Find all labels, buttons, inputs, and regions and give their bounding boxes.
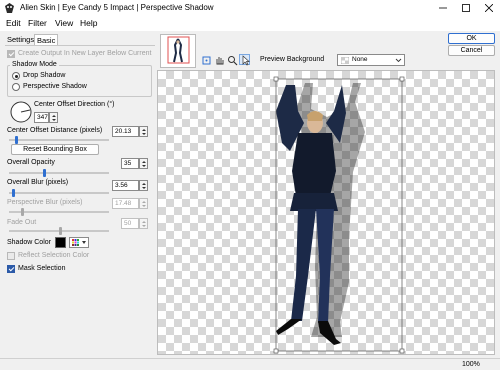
mask-selection-label: Mask Selection	[18, 265, 66, 272]
ok-button[interactable]: OK	[448, 33, 495, 44]
radio-perspective-shadow[interactable]	[12, 83, 20, 91]
direction-dial[interactable]	[10, 101, 32, 123]
fade-out-value-field[interactable]: 50	[121, 218, 139, 229]
preview-background-select[interactable]: None	[337, 54, 405, 66]
overall-blur-slider-thumb[interactable]	[12, 189, 15, 197]
window-title: Alien Skin | Eye Candy 5 Impact | Perspe…	[20, 3, 214, 12]
mask-selection-checkbox[interactable]	[7, 265, 15, 273]
preview-background-value: None	[352, 56, 368, 63]
bounding-box-handle[interactable]	[273, 348, 279, 354]
minimize-button[interactable]	[432, 0, 454, 16]
bounding-box-handle[interactable]	[399, 76, 405, 82]
radio-drop-shadow[interactable]	[12, 72, 20, 80]
perspective-blur-slider-track[interactable]	[9, 211, 109, 213]
opacity-slider-track[interactable]	[9, 172, 109, 174]
distance-value-field[interactable]: 20.13	[112, 126, 139, 137]
perspective-blur-label: Perspective Blur (pixels)	[7, 199, 83, 206]
maximize-icon	[462, 4, 470, 12]
zoom-tool[interactable]	[226, 54, 238, 66]
hand-tool[interactable]	[213, 54, 224, 65]
preview-canvas[interactable]	[157, 70, 495, 355]
preview-toolbar: Preview Background None	[157, 54, 457, 69]
perspective-blur-value-field[interactable]: 17.48	[112, 198, 139, 209]
color-picker-button[interactable]	[69, 237, 89, 248]
distance-stepper[interactable]	[139, 126, 148, 137]
transform-icon	[202, 56, 211, 65]
reflect-selection-color-label: Reflect Selection Color	[18, 252, 90, 259]
bounding-box-tool[interactable]	[200, 54, 211, 65]
distance-slider-track[interactable]	[9, 139, 109, 141]
zoom-level: 100%	[462, 361, 480, 368]
opacity-slider-thumb[interactable]	[43, 169, 46, 177]
select-tool[interactable]	[239, 54, 250, 66]
overall-blur-stepper[interactable]	[139, 180, 148, 191]
bounding-box-handle[interactable]	[273, 76, 279, 82]
magnifier-icon	[228, 56, 238, 66]
minimize-icon	[439, 7, 447, 9]
perspective-blur-slider-thumb[interactable]	[21, 208, 24, 216]
no-background-swatch-icon	[341, 57, 349, 64]
color-grid-icon	[72, 239, 86, 246]
perspective-blur-stepper[interactable]	[139, 198, 148, 209]
menu-bar: Edit Filter View Help	[0, 16, 500, 31]
preview-image	[273, 76, 405, 354]
title-bar: Alien Skin | Eye Candy 5 Impact | Perspe…	[0, 0, 500, 16]
shadow-mode-title: Shadow Mode	[10, 61, 59, 68]
center-offset-distance-label: Center Offset Distance (pixels)	[7, 127, 103, 134]
preview-background-label: Preview Background	[260, 56, 325, 63]
shadow-color-label: Shadow Color	[7, 239, 51, 246]
reflect-selection-color-checkbox[interactable]	[7, 252, 15, 260]
menu-filter[interactable]: Filter	[28, 18, 47, 28]
chevron-down-icon	[395, 58, 402, 63]
perspective-shadow-label: Perspective Shadow	[23, 83, 87, 90]
hand-icon	[216, 57, 224, 65]
eye-candy-window: Alien Skin | Eye Candy 5 Impact | Perspe…	[0, 0, 500, 370]
menu-view[interactable]: View	[55, 18, 73, 28]
overall-opacity-label: Overall Opacity	[7, 159, 55, 166]
overall-blur-slider-track[interactable]	[9, 192, 109, 194]
direction-stepper[interactable]	[49, 112, 58, 123]
basic-settings-panel: Create Output In New Layer Below Current…	[5, 45, 155, 350]
menu-edit[interactable]: Edit	[6, 18, 21, 28]
status-bar: 100%	[0, 358, 500, 370]
close-icon	[485, 4, 493, 12]
fade-out-label: Fade Out	[7, 219, 37, 226]
close-window-button[interactable]	[478, 0, 500, 16]
create-output-label: Create Output In New Layer Below Current	[18, 50, 152, 57]
maximize-button[interactable]	[455, 0, 477, 16]
opacity-stepper[interactable]	[139, 158, 148, 169]
overall-blur-value-field[interactable]: 3.56	[112, 180, 139, 191]
opacity-value-field[interactable]: 35	[121, 158, 139, 169]
cancel-button[interactable]: Cancel	[448, 45, 495, 56]
reset-bounding-box-button[interactable]: Reset Bounding Box	[11, 144, 99, 155]
create-output-checkbox[interactable]	[7, 50, 15, 58]
shadow-mode-group	[7, 65, 152, 97]
distance-slider-thumb[interactable]	[15, 136, 18, 144]
fade-out-stepper[interactable]	[139, 218, 148, 229]
direction-value-field[interactable]: 347	[34, 112, 49, 123]
overall-blur-label: Overall Blur (pixels)	[7, 179, 69, 186]
drop-shadow-label: Drop Shadow	[23, 72, 66, 79]
fade-out-slider-thumb[interactable]	[59, 227, 62, 235]
alien-skin-logo-icon	[5, 3, 14, 13]
menu-help[interactable]: Help	[80, 18, 97, 28]
pointer-icon	[242, 55, 250, 66]
shadow-color-swatch[interactable]	[55, 237, 66, 248]
bounding-box-handle[interactable]	[399, 348, 405, 354]
center-offset-direction-label: Center Offset Direction (°)	[34, 101, 115, 108]
